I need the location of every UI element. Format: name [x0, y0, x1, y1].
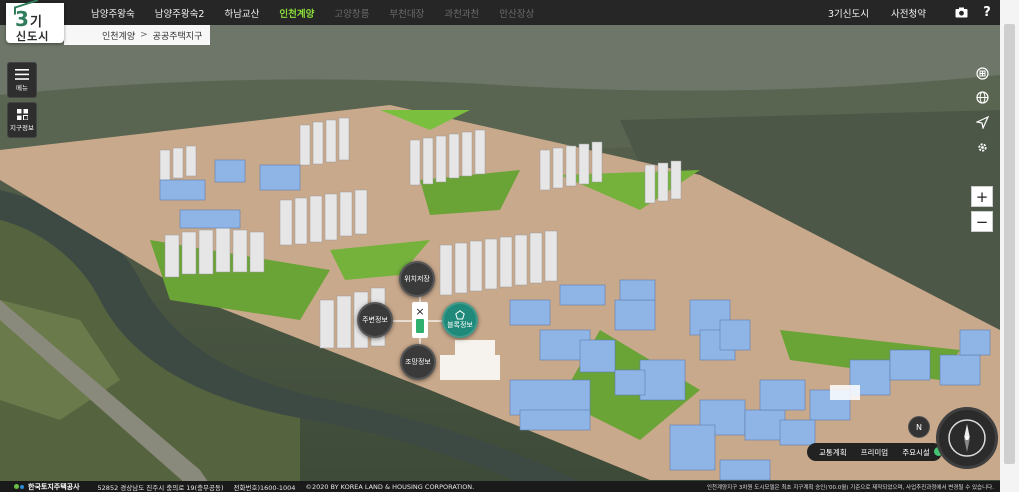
3rd-newtown-logo[interactable]: 3 기 신도시 — [6, 0, 64, 43]
lh-logo: 한국토지주택공사 — [14, 482, 98, 492]
footer-address: 52852 경상남도 진주시 충의로 19(충무공동) — [97, 483, 224, 492]
link-pre-subscription[interactable]: 사전청약 — [891, 6, 926, 20]
premium-toggle[interactable]: 프리미엄 — [861, 447, 889, 458]
top-navigation-bar: 남양주왕숙 남양주왕숙2 하남교산 인천계양 고양창릉 부천대장 과천과천 안산장상 3기신도… — [0, 0, 1000, 25]
help-icon[interactable]: ? — [974, 0, 1000, 25]
gear-icon[interactable] — [971, 136, 993, 158]
menu-button[interactable]: 메뉴 — [7, 62, 37, 98]
top-right-links: 3기신도시 사전청약 ? — [828, 0, 1000, 25]
radial-close-button[interactable]: × — [412, 302, 428, 338]
scrollbar-thumb[interactable] — [1004, 24, 1015, 464]
view-info-button[interactable]: 조망정보 — [400, 344, 436, 380]
lh-logo-green-dot — [14, 484, 19, 489]
north-label: N — [916, 422, 922, 432]
tab-district-3[interactable]: 하남교산 — [224, 6, 259, 20]
link-3rd-newtown[interactable]: 3기신도시 — [828, 6, 869, 20]
zoom-out-button[interactable]: − — [971, 211, 993, 232]
tab-district-8[interactable]: 안산장상 — [499, 6, 534, 20]
city-model — [0, 24, 1000, 492]
tab-district-5[interactable]: 고양창릉 — [334, 6, 369, 20]
district-info-label: 지구정보 — [10, 123, 34, 132]
breadcrumb-parent[interactable]: 인천계양 — [102, 29, 135, 42]
hamburger-icon — [15, 68, 29, 80]
breadcrumb: 인천계양 > 공공주택지구 — [64, 25, 210, 45]
zoom-in-button[interactable]: + — [971, 186, 993, 207]
close-icon: × — [415, 305, 425, 318]
block-info-label: 블록정보 — [447, 321, 473, 329]
camera-icon[interactable] — [948, 0, 974, 25]
district-info-button[interactable]: 지구정보 — [7, 102, 37, 138]
map-3d-view[interactable] — [0, 0, 1000, 492]
footer-notice: 인천계양지구 3차원 도시모델은 최초 지구계획 승인('00.0월) 기준으로… — [706, 484, 994, 491]
building-icon[interactable] — [971, 62, 993, 84]
district-tabs: 남양주왕숙 남양주왕숙2 하남교산 인천계양 고양창릉 부천대장 과천과천 안산장상 — [91, 0, 554, 25]
tab-district-4[interactable]: 인천계양 — [279, 6, 314, 20]
block-info-button[interactable]: 블록정보 — [442, 302, 478, 338]
breadcrumb-separator: > — [140, 30, 148, 40]
lh-logo-blue-dot — [20, 484, 24, 489]
traffic-plan-toggle[interactable]: 교통계획 — [819, 447, 847, 458]
pentagon-icon — [455, 310, 465, 320]
footer: 한국토지주택공사 52852 경상남도 진주시 충의로 19(충무공동) 전화번… — [0, 481, 1000, 492]
footer-phone: 전화번호)1600-1004 — [233, 483, 296, 492]
globe-icon[interactable] — [971, 86, 993, 108]
footer-copyright: ©2020 BY KOREA LAND & HOUSING CORPORATIO… — [305, 482, 475, 491]
compass-icon — [948, 419, 986, 457]
major-facilities-toggle[interactable]: 주요시설 — [902, 447, 930, 458]
save-location-button[interactable]: 위치저장 — [399, 261, 435, 297]
north-reset-button[interactable]: N — [908, 416, 930, 438]
block-marker — [416, 319, 424, 333]
menu-label: 메뉴 — [16, 83, 28, 92]
grid-icon — [16, 108, 28, 120]
tab-district-1[interactable]: 남양주왕숙 — [91, 6, 135, 20]
send-icon[interactable] — [971, 111, 993, 133]
compass-control[interactable] — [936, 407, 998, 469]
logo-subtitle: 신도시 — [16, 30, 50, 43]
nearby-info-button[interactable]: 주변정보 — [357, 302, 393, 338]
tab-district-6[interactable]: 부천대장 — [389, 6, 424, 20]
scrollbar[interactable] — [1000, 0, 1019, 492]
footer-org-name: 한국토지주택공사 — [28, 482, 80, 491]
tab-district-2[interactable]: 남양주왕숙2 — [155, 6, 205, 20]
overlay-toggles: 교통계획 프리미엄 주요시설 — [807, 443, 942, 461]
tab-district-7[interactable]: 과천과천 — [444, 6, 479, 20]
breadcrumb-current: 공공주택지구 — [152, 31, 203, 42]
